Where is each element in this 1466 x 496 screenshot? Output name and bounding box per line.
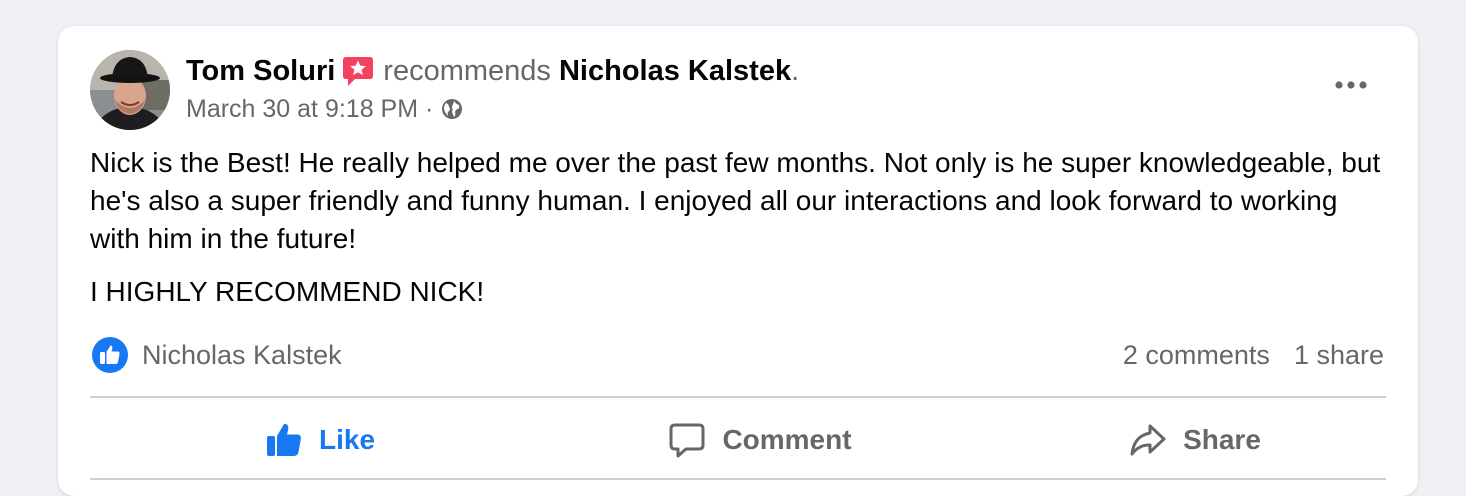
share-label: Share — [1183, 424, 1261, 455]
recommendation-star-icon — [341, 53, 375, 89]
meta-separator: · — [425, 95, 434, 123]
author-name[interactable]: Tom Soluri — [186, 55, 335, 87]
post-paragraph: Nick is the Best! He really helped me ov… — [90, 147, 1381, 254]
reactor-name: Nicholas Kalstek — [142, 339, 342, 370]
post-card: Tom Soluri recommends Nicholas Kalstek. M… — [58, 26, 1418, 496]
ellipsis-icon — [1335, 81, 1367, 89]
more-options-button[interactable] — [1326, 70, 1376, 100]
post-paragraph: I HIGHLY RECOMMEND NICK! — [90, 276, 485, 307]
post-body: Nick is the Best! He really helped me ov… — [90, 144, 1385, 311]
comment-icon — [669, 423, 705, 458]
stats-counts: 2 comments 1 share — [1123, 336, 1384, 374]
bottom-divider — [90, 478, 1386, 480]
comments-count[interactable]: 2 comments — [1123, 340, 1270, 371]
reactions-summary[interactable]: Nicholas Kalstek — [92, 336, 342, 374]
stats-divider — [90, 396, 1386, 398]
action-bar: Like Comment Share — [90, 400, 1386, 480]
thumbs-up-icon — [266, 423, 301, 456]
avatar-image — [90, 50, 170, 130]
header-period: . — [791, 55, 800, 87]
post-meta: March 30 at 9:18 PM · — [186, 93, 464, 125]
author-avatar[interactable] — [90, 50, 170, 130]
share-icon — [1130, 424, 1166, 456]
post-timestamp[interactable]: March 30 at 9:18 PM — [186, 95, 418, 123]
comment-button[interactable]: Comment — [620, 400, 900, 480]
comment-label: Comment — [722, 424, 852, 455]
like-reaction-icon — [92, 337, 128, 373]
post-stats: Nicholas Kalstek 2 comments 1 share — [90, 336, 1386, 374]
post-header: Tom Soluri recommends Nicholas Kalstek. — [186, 53, 799, 89]
share-button[interactable]: Share — [1085, 400, 1305, 480]
like-label: Like — [318, 424, 376, 455]
recommends-text: recommends — [383, 55, 551, 87]
shares-count[interactable]: 1 share — [1294, 340, 1384, 371]
like-button[interactable]: Like — [220, 400, 420, 480]
globe-icon[interactable] — [440, 97, 464, 121]
recommended-page-name[interactable]: Nicholas Kalstek — [559, 55, 791, 87]
